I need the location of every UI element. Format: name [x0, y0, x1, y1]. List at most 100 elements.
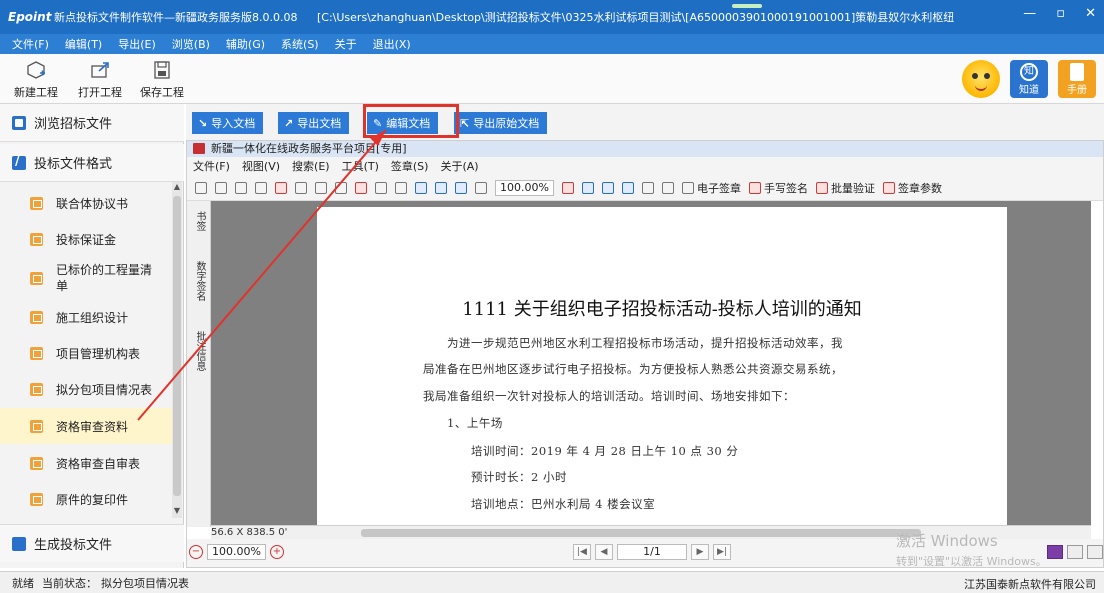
hand-sign-button[interactable]: 手写签名 [748, 180, 808, 196]
export-original-button[interactable]: ⇱ 导出原始文档 [454, 112, 548, 134]
browse-tender-section[interactable]: 浏览招标文件 [0, 104, 184, 142]
list-item-label: 投标保证金 [56, 232, 117, 247]
hand-tool-icon[interactable] [355, 181, 367, 194]
list-item[interactable]: 原件的复印件 [0, 482, 172, 516]
bid-format-section[interactable]: 投标文件格式 [0, 144, 184, 182]
select-text-icon[interactable] [375, 181, 387, 194]
zoom-out-button[interactable]: − [189, 545, 203, 559]
new-project-button[interactable]: 新建工程 [8, 60, 64, 100]
scroll-up-icon[interactable]: ▲ [172, 182, 182, 194]
list-item-selected[interactable]: 资格审查资料 [0, 408, 172, 444]
prev-page-button[interactable]: ◀ [595, 544, 613, 560]
viewer-title-bar: 新疆一体化在线政务服务平台项目[专用] [187, 141, 1103, 157]
left-panel: 浏览招标文件 投标文件格式 联合体协议书 投标保证金 已标价的工程量清单 施工组… [0, 104, 184, 568]
e-sign-label: 电子签章 [696, 181, 741, 195]
restore-button[interactable]: ▫ [1056, 6, 1065, 21]
next-page-button[interactable]: ▶ [691, 544, 709, 560]
single-page-icon[interactable] [415, 181, 427, 194]
viewer-menu-sign[interactable]: 签章(S) [391, 158, 429, 174]
e-sign-button[interactable]: 电子签章 [681, 180, 741, 196]
list-item[interactable]: 施工组织设计 [0, 300, 172, 334]
find-icon[interactable] [315, 181, 327, 194]
manual-icon [1070, 63, 1084, 81]
continuous-view-icon[interactable] [1067, 545, 1083, 559]
menu-export[interactable]: 导出(E) [118, 36, 156, 52]
delete-icon[interactable] [255, 181, 267, 194]
snapshot-icon[interactable] [395, 181, 407, 194]
rotate-right-icon[interactable] [601, 181, 614, 194]
list-item[interactable]: 项目管理机构表 [0, 336, 172, 370]
tab-bookmarks[interactable]: 书签 [191, 211, 207, 231]
list-item-label: 资格审查资料 [56, 419, 129, 434]
page-number-input[interactable]: 1/1 [617, 544, 687, 560]
list-item-label: 资格审查自审表 [56, 456, 141, 471]
app-window: Epoint 新点投标文件制作软件—新疆政务服务版8.0.0.08 [C:\Us… [0, 0, 1104, 593]
viewer-menu-search[interactable]: 搜索(E) [292, 158, 330, 174]
bottom-zoom-level[interactable]: 100.00% [207, 544, 266, 560]
scroll-down-icon[interactable]: ▼ [172, 506, 182, 518]
watermark-sub: 转到"设置"以激活 Windows。 [896, 555, 1047, 568]
viewer-menu-tools[interactable]: 工具(T) [342, 158, 379, 174]
h-scroll-thumb[interactable] [361, 529, 921, 537]
scroll-thumb[interactable] [173, 196, 181, 496]
batch-verify-button[interactable]: 批量验证 [815, 180, 875, 196]
viewer-menu-about[interactable]: 关于(A) [440, 158, 478, 174]
double-view-icon[interactable] [1087, 545, 1103, 559]
menu-assist[interactable]: 辅助(G) [226, 36, 265, 52]
first-page-button[interactable]: |◀ [573, 544, 591, 560]
settings-icon[interactable] [641, 181, 654, 194]
search-icon[interactable] [621, 181, 634, 194]
generate-bid-section[interactable]: 生成投标文件 [0, 524, 184, 562]
list-item-label: 项目管理机构表 [56, 346, 141, 361]
status-current-label: 当前状态： [42, 576, 97, 590]
menu-system[interactable]: 系统(S) [281, 36, 319, 52]
print-icon[interactable] [275, 181, 287, 194]
rotate-left-icon[interactable] [581, 181, 594, 194]
zoom-level[interactable]: 100.00% [495, 179, 554, 196]
menu-exit[interactable]: 退出(X) [373, 36, 411, 52]
export-document-button[interactable]: ↗ 导出文档 [278, 112, 350, 134]
menu-edit[interactable]: 编辑(T) [65, 36, 102, 52]
tab-annotations[interactable]: 批注信息 [191, 331, 207, 371]
last-page-button[interactable]: ▶| [713, 544, 731, 560]
list-item[interactable]: 拟分包项目情况表 [0, 372, 172, 406]
document-icon [30, 419, 43, 433]
manual-button[interactable]: 手册 [1058, 60, 1096, 98]
browse-tender-label: 浏览招标文件 [34, 117, 113, 132]
save-icon[interactable] [215, 181, 227, 194]
zhidao-label: 知道 [1019, 85, 1039, 96]
viewer-menu-file[interactable]: 文件(F) [193, 158, 230, 174]
list-item[interactable]: 资格审查自审表 [0, 446, 172, 480]
zoom-in-icon[interactable] [561, 181, 574, 194]
minimize-button[interactable]: — [1023, 6, 1036, 21]
fit-width-icon[interactable] [455, 181, 467, 194]
import-document-button[interactable]: ↘ 导入文档 [192, 112, 264, 134]
zhidao-button[interactable]: 知 知道 [1010, 60, 1048, 98]
mascot-icon[interactable] [962, 60, 1000, 98]
close-button[interactable]: ✕ [1085, 6, 1096, 21]
tab-digital-signature[interactable]: 数字签名 [191, 261, 207, 301]
fit-page-icon[interactable] [435, 181, 447, 194]
single-view-icon[interactable] [1047, 545, 1063, 559]
sign-params-label: 签章参数 [897, 181, 942, 195]
list-item[interactable]: 已标价的工程量清单 [0, 258, 172, 298]
cut-icon[interactable] [335, 181, 347, 194]
list-item[interactable]: 投标保证金 [0, 222, 172, 256]
open-icon[interactable] [195, 181, 207, 194]
zoom-in-button[interactable]: + [269, 545, 284, 559]
menu-file[interactable]: 文件(F) [12, 36, 49, 52]
copy-icon[interactable] [235, 181, 247, 194]
viewer-menu-view[interactable]: 视图(V) [242, 158, 280, 174]
menu-about[interactable]: 关于 [335, 36, 357, 52]
save-project-button[interactable]: 保存工程 [134, 60, 190, 100]
list-item[interactable]: 联合体协议书 [0, 186, 172, 220]
page-icon[interactable] [295, 181, 307, 194]
menu-browse[interactable]: 浏览(B) [172, 36, 210, 52]
pdf-icon [193, 143, 205, 154]
sign-params-button[interactable]: 签章参数 [882, 180, 942, 196]
document-line: 1、上午场 [447, 416, 503, 430]
left-scrollbar[interactable]: ▲ ▼ [172, 182, 182, 518]
zoom-out-icon[interactable] [475, 181, 487, 194]
link-icon[interactable] [661, 181, 674, 194]
open-project-button[interactable]: 打开工程 [72, 60, 128, 100]
